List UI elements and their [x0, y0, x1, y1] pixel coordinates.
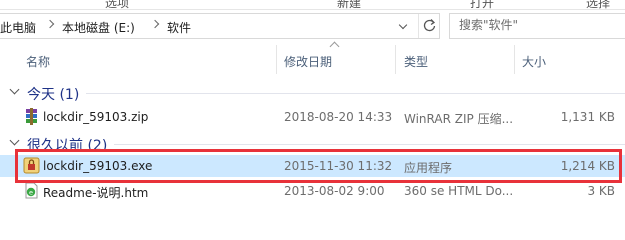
search-box[interactable] [449, 13, 625, 39]
column-divider[interactable] [395, 45, 396, 74]
breadcrumb-separator-icon[interactable] [150, 19, 160, 29]
file-row[interactable]: e Readme-说明.htm 2013-08-02 9:00 360 se H… [0, 180, 625, 202]
column-divider[interactable] [276, 45, 277, 74]
file-type: 应用程序 [404, 161, 453, 175]
ribbon-strip: 选项 新建 打开 选择 [0, 0, 625, 10]
file-type: 360 se HTML Do... [404, 184, 514, 198]
file-name: lockdir_59103.zip [43, 110, 149, 124]
column-divider[interactable] [514, 45, 515, 74]
svg-text:e: e [29, 189, 33, 197]
breadcrumb-drive[interactable]: 本地磁盘 (E:) [62, 19, 135, 36]
group-divider-line [86, 93, 625, 94]
column-header-type[interactable]: 类型 [404, 53, 428, 70]
ribbon-label-select[interactable]: 选择 [586, 0, 610, 9]
breadcrumb-this-pc[interactable]: 此电脑 [0, 19, 36, 36]
group-header-today[interactable]: 今天 (1) [0, 82, 625, 104]
application-lock-icon [23, 157, 40, 174]
ribbon-label-open[interactable]: 打开 [470, 0, 494, 9]
file-name: lockdir_59103.exe [43, 159, 153, 173]
address-bar[interactable]: 此电脑 本地磁盘 (E:) 软件 [0, 13, 440, 39]
group-header-long-ago[interactable]: 很久以前 (2) [0, 133, 625, 155]
column-header-name[interactable]: 名称 [26, 53, 50, 70]
collapse-chevron-icon[interactable] [9, 84, 20, 95]
file-size: 1,131 KB [560, 110, 615, 124]
group-title: 很久以前 (2) [27, 138, 108, 154]
file-type: WinRAR ZIP 压缩... [404, 112, 514, 126]
file-row[interactable]: lockdir_59103.zip 2018-08-20 14:33 WinRA… [0, 106, 625, 128]
column-header-date[interactable]: 修改日期 [284, 53, 332, 70]
html-document-icon: e [25, 182, 38, 199]
file-row-selected[interactable]: lockdir_59103.exe 2015-11-30 11:32 应用程序 … [0, 155, 625, 177]
file-date: 2018-08-20 14:33 [284, 110, 393, 124]
breadcrumb-separator-icon[interactable] [45, 19, 55, 29]
group-divider-line [114, 144, 625, 145]
file-date: 2015-11-30 11:32 [284, 159, 393, 173]
refresh-button[interactable] [418, 14, 440, 38]
column-header-size[interactable]: 大小 [522, 53, 546, 70]
breadcrumb-folder[interactable]: 软件 [167, 19, 191, 36]
refresh-icon [423, 19, 436, 32]
file-date: 2013-08-02 9:00 [284, 184, 385, 198]
column-header-row: 名称 修改日期 类型 大小 [0, 43, 625, 76]
file-size: 3 KB [587, 184, 615, 198]
collapse-chevron-icon[interactable] [9, 135, 20, 146]
group-title: 今天 (1) [27, 87, 80, 103]
winrar-archive-icon [26, 108, 37, 125]
address-history-dropdown-icon[interactable] [396, 18, 412, 36]
file-size: 1,214 KB [560, 159, 615, 173]
ribbon-label-options[interactable]: 选项 [105, 0, 129, 9]
file-name: Readme-说明.htm [43, 186, 149, 200]
search-input[interactable] [459, 18, 619, 32]
ribbon-label-new[interactable]: 新建 [337, 0, 361, 9]
